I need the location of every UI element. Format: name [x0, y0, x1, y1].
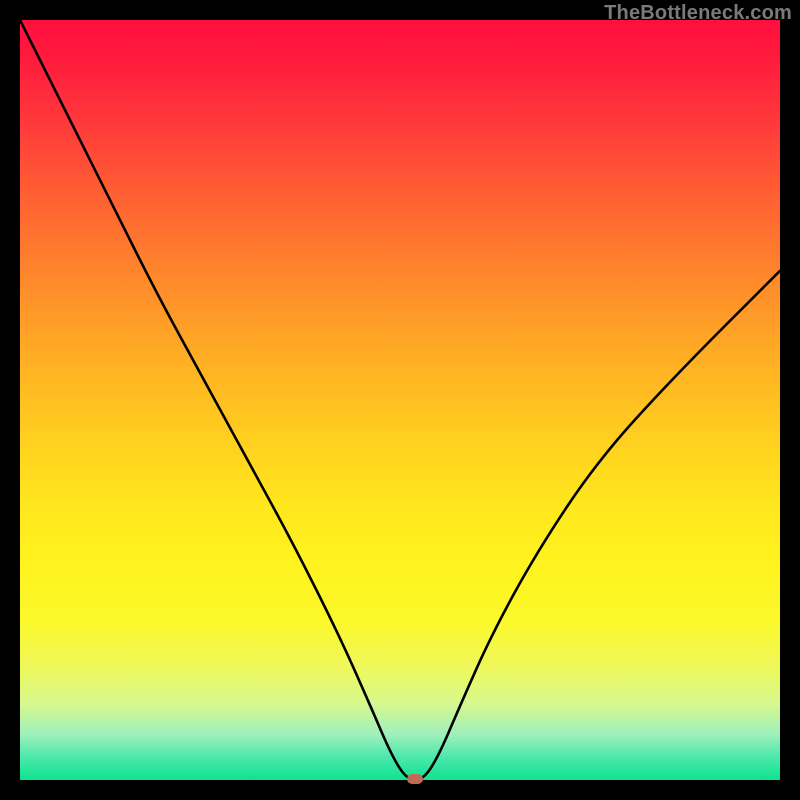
bottleneck-curve	[20, 20, 780, 780]
watermark-text: TheBottleneck.com	[604, 2, 792, 25]
curve-path	[20, 20, 780, 780]
minimum-marker	[407, 774, 423, 784]
chart-frame: TheBottleneck.com	[0, 0, 800, 800]
plot-area	[20, 20, 780, 780]
